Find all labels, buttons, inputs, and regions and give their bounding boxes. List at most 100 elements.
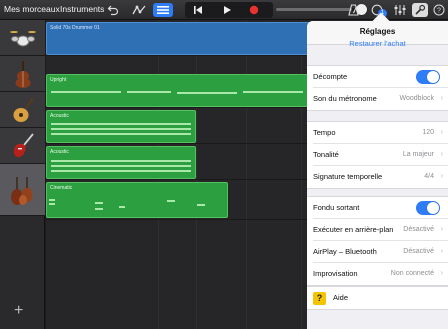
play-icon[interactable] bbox=[220, 3, 234, 17]
tempo-label: Tempo bbox=[313, 128, 336, 137]
smart-controls-icon[interactable] bbox=[130, 3, 148, 17]
chevron-right-icon: › bbox=[440, 224, 443, 233]
acoustic-guitar-icon bbox=[13, 96, 34, 122]
midi-note bbox=[95, 202, 103, 204]
acoustic-region-2[interactable]: Acoustic bbox=[46, 146, 196, 179]
rewind-icon[interactable] bbox=[191, 3, 205, 17]
tempo-row[interactable]: Tempo 120 › bbox=[313, 122, 448, 144]
settings-group-count-in: Décompte Son du métronome Woodblock › bbox=[307, 65, 448, 111]
settings-button[interactable] bbox=[412, 3, 428, 17]
airplay-bluetooth-label: AirPlay – Bluetooth bbox=[313, 247, 377, 256]
midi-note bbox=[51, 170, 191, 172]
key-value: La majeur bbox=[402, 150, 434, 158]
midi-note bbox=[177, 92, 237, 94]
fade-out-label: Fondu sortant bbox=[313, 203, 360, 212]
midi-note bbox=[167, 200, 175, 202]
region-name: Cinematic bbox=[50, 185, 73, 191]
midi-note bbox=[51, 128, 191, 130]
help-icon[interactable]: ? bbox=[432, 3, 446, 17]
midi-note bbox=[49, 199, 55, 201]
time-signature-value: 4/4 bbox=[424, 172, 434, 180]
help-book-icon: ? bbox=[313, 292, 326, 305]
popover-title: Réglages bbox=[359, 27, 396, 36]
region-name: Acoustic bbox=[50, 113, 69, 119]
track-headers: + bbox=[0, 20, 45, 329]
background-label: Exécuter en arrière-plan bbox=[313, 225, 394, 234]
count-in-toggle[interactable] bbox=[416, 70, 440, 84]
chevron-right-icon: › bbox=[440, 127, 443, 136]
fade-out-row: Fondu sortant bbox=[313, 197, 448, 219]
background-row[interactable]: Exécuter en arrière-plan Désactivé › bbox=[313, 219, 448, 241]
add-track-button[interactable]: + bbox=[14, 302, 23, 320]
chevron-right-icon: › bbox=[440, 171, 443, 180]
settings-group-song: Tempo 120 › Tonalité La majeur › Signatu… bbox=[307, 121, 448, 189]
settings-group-options: Fondu sortant Exécuter en arrière-plan D… bbox=[307, 196, 448, 286]
count-in-row: Décompte bbox=[313, 66, 448, 88]
key-row[interactable]: Tonalité La majeur › bbox=[313, 144, 448, 166]
time-signature-label: Signature temporelle bbox=[313, 172, 383, 181]
restore-purchase-link[interactable]: Restaurer l'achat bbox=[307, 39, 448, 48]
record-icon[interactable] bbox=[247, 3, 261, 17]
midi-note bbox=[51, 133, 191, 135]
region-name: Acoustic bbox=[50, 149, 69, 155]
metronome-icon[interactable] bbox=[346, 3, 360, 17]
bass-region[interactable]: Upright bbox=[46, 74, 308, 107]
track-header-strings[interactable] bbox=[0, 164, 45, 216]
metronome-sound-value: Woodblock bbox=[399, 94, 434, 102]
midi-note bbox=[51, 165, 191, 167]
electric-guitar-icon bbox=[13, 132, 34, 157]
midi-note bbox=[49, 203, 55, 205]
fade-out-toggle[interactable] bbox=[416, 201, 440, 215]
count-in-label: Décompte bbox=[313, 72, 348, 81]
jam-session-label: Improvisation bbox=[313, 269, 358, 278]
mixer-icon[interactable] bbox=[393, 3, 407, 17]
midi-note bbox=[119, 206, 125, 208]
string-ensemble-icon bbox=[10, 176, 32, 205]
chevron-right-icon: › bbox=[440, 149, 443, 158]
chevron-right-icon: › bbox=[440, 246, 443, 255]
jam-session-value: Non connecté bbox=[390, 269, 434, 277]
midi-note bbox=[243, 91, 303, 93]
track-header-drums[interactable] bbox=[0, 20, 45, 56]
midi-note bbox=[95, 208, 103, 210]
midi-note bbox=[51, 123, 191, 125]
airplay-bluetooth-row[interactable]: AirPlay – Bluetooth Désactivé › bbox=[313, 241, 448, 263]
region-name: Solid 70s Drummer 01 bbox=[50, 25, 100, 31]
my-songs-button[interactable]: Mes morceaux bbox=[4, 4, 60, 14]
metronome-sound-row[interactable]: Son du métronome Woodblock › bbox=[313, 88, 448, 110]
instruments-button[interactable]: Instruments bbox=[60, 4, 104, 14]
midi-note bbox=[197, 204, 205, 206]
metronome-sound-label: Son du métronome bbox=[313, 94, 377, 103]
track-header-bass[interactable] bbox=[0, 56, 45, 92]
volume-slider-fill bbox=[276, 8, 352, 11]
track-header-acoustic-guitar[interactable] bbox=[0, 92, 45, 128]
tracks-view-button[interactable] bbox=[153, 3, 173, 17]
drum-kit-icon bbox=[9, 30, 36, 46]
settings-group-help: ? Aide bbox=[307, 286, 448, 310]
settings-wrench-icon bbox=[415, 4, 426, 15]
transport-controls bbox=[185, 2, 273, 18]
popover-header: Réglages Restaurer l'achat bbox=[307, 21, 448, 48]
help-row[interactable]: ? Aide bbox=[307, 287, 448, 309]
acoustic-region-1[interactable]: Acoustic bbox=[46, 110, 196, 143]
help-label: Aide bbox=[333, 293, 349, 302]
chevron-right-icon: › bbox=[440, 268, 443, 277]
undo-icon[interactable] bbox=[106, 3, 120, 17]
airplay-bluetooth-value: Désactivé bbox=[403, 247, 434, 255]
time-signature-row[interactable]: Signature temporelle 4/4 › bbox=[313, 166, 448, 188]
midi-note bbox=[51, 91, 121, 93]
jam-session-row[interactable]: Improvisation Non connecté › bbox=[313, 263, 448, 285]
midi-note bbox=[127, 91, 171, 93]
background-value: Désactivé bbox=[403, 225, 434, 233]
upright-bass-icon bbox=[15, 60, 30, 88]
svg-text:?: ? bbox=[437, 8, 441, 15]
midi-note bbox=[51, 160, 191, 162]
tempo-value: 120 bbox=[422, 128, 434, 136]
settings-popover: Réglages Restaurer l'achat Décompte Son … bbox=[307, 21, 448, 329]
chevron-right-icon: › bbox=[440, 93, 443, 102]
key-label: Tonalité bbox=[313, 150, 339, 159]
track-header-electric-guitar[interactable] bbox=[0, 128, 45, 164]
cinematic-region[interactable]: Cinematic bbox=[46, 182, 228, 218]
region-name: Upright bbox=[50, 77, 67, 83]
tracks-view-icon bbox=[157, 6, 169, 14]
